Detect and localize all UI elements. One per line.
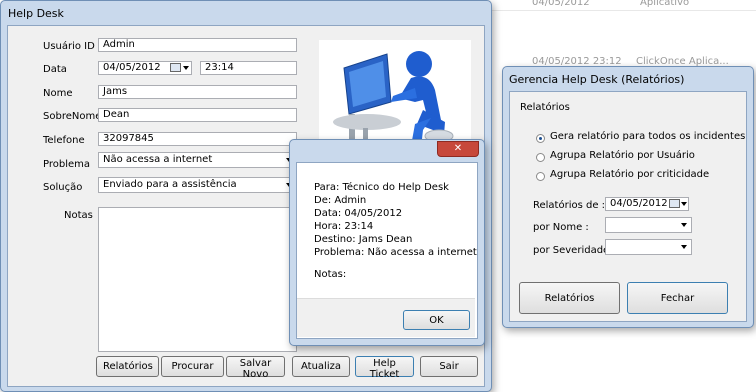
calendar-icon[interactable] (170, 63, 181, 72)
ticket-button-bar: OK (297, 298, 475, 337)
close-icon[interactable]: ✕ (437, 141, 479, 157)
nome-field[interactable]: Jams (98, 85, 297, 99)
ticket-destino: Destino: Jams Dean (314, 234, 413, 245)
radio-by-user-label[interactable]: Agrupa Relatório por Usuário (550, 150, 695, 161)
background-row-date: 04/05/2012 (532, 0, 590, 8)
por-nome-select[interactable] (605, 217, 692, 233)
notas-textarea[interactable] (98, 207, 297, 352)
window-title: Help Desk (8, 7, 64, 20)
ticket-problema: Problema: Não acessa a internet (314, 247, 477, 258)
ticket-dialog-client: Para: Técnico do Help Desk De: Admin Dat… (296, 162, 478, 339)
telefone-field[interactable]: 32097845 (98, 132, 297, 146)
problema-select[interactable]: Não acessa a internet (98, 152, 297, 168)
ticket-para: Para: Técnico do Help Desk (314, 182, 449, 193)
usuario-id-field[interactable]: Admin (98, 38, 297, 52)
reports-window: Gerencia Help Desk (Relatórios) Relatóri… (502, 66, 754, 328)
chevron-down-icon[interactable] (183, 66, 189, 70)
background-row-text: Aplicativo (640, 0, 690, 8)
ticket-hora: Hora: 23:14 (314, 221, 374, 232)
radio-by-criticality[interactable] (536, 172, 545, 181)
notas-label: Notas (64, 210, 93, 221)
relatorios-button[interactable]: Relatórios (96, 356, 159, 377)
salvar-novo-button[interactable]: Salvar Novo (226, 356, 285, 380)
por-severidade-select[interactable] (605, 239, 692, 255)
relatorios-de-label: Relatórios de : (533, 200, 606, 211)
problema-label: Problema (43, 159, 91, 170)
data-label: Data (43, 64, 67, 75)
reports-group-label: Relatórios (520, 102, 570, 113)
ok-button[interactable]: OK (403, 310, 470, 330)
reports-client: Relatórios Gera relatório para todos os … (509, 91, 747, 322)
problema-value: Não acessa a internet (103, 154, 213, 165)
sobrenome-label: SobreNome (43, 111, 102, 122)
radio-all-incidents[interactable] (536, 134, 545, 143)
sobrenome-field[interactable]: Dean (98, 108, 297, 122)
radio-all-incidents-label[interactable]: Gera relatório para todos os incidentes (550, 131, 745, 142)
por-nome-label: por Nome : (533, 222, 589, 233)
radio-by-user[interactable] (536, 153, 545, 162)
relatorios-de-date-picker[interactable]: 04/05/2012 (605, 197, 689, 211)
solucao-select[interactable]: Enviado para a assistência (98, 177, 297, 193)
ticket-de: De: Admin (314, 195, 367, 206)
procurar-button[interactable]: Procurar (161, 356, 224, 377)
radio-by-criticality-label[interactable]: Agrupa Relatório por criticidade (550, 169, 709, 180)
chevron-down-icon (681, 245, 687, 249)
ticket-data: Data: 04/05/2012 (314, 208, 403, 219)
sair-button[interactable]: Sair (420, 356, 478, 377)
solucao-label: Solução (43, 182, 83, 193)
por-severidade-label: por Severidade : (533, 245, 616, 256)
help-ticket-dialog: ✕ Para: Técnico do Help Desk De: Admin D… (289, 139, 485, 346)
calendar-icon[interactable] (669, 199, 680, 208)
usuario-id-label: Usuário ID (43, 41, 95, 52)
fechar-button[interactable]: Fechar (627, 282, 728, 314)
nome-label: Nome (43, 88, 73, 99)
help-ticket-button[interactable]: Help Ticket (355, 356, 414, 380)
chevron-down-icon (681, 223, 687, 227)
reports-relatorios-button[interactable]: Relatórios (519, 282, 620, 314)
relatorios-de-value: 04/05/2012 (610, 198, 668, 209)
hora-field[interactable]: 23:14 (200, 61, 297, 75)
reports-window-title: Gerencia Help Desk (Relatórios) (509, 73, 685, 86)
telefone-label: Telefone (43, 135, 85, 146)
solucao-value: Enviado para a assistência (103, 179, 237, 190)
atualiza-button[interactable]: Atualiza (292, 356, 350, 377)
ticket-notas: Notas: (314, 269, 347, 280)
data-date-picker[interactable]: 04/05/2012 (98, 61, 192, 75)
data-date-value: 04/05/2012 (103, 62, 161, 73)
chevron-down-icon[interactable] (681, 202, 687, 206)
